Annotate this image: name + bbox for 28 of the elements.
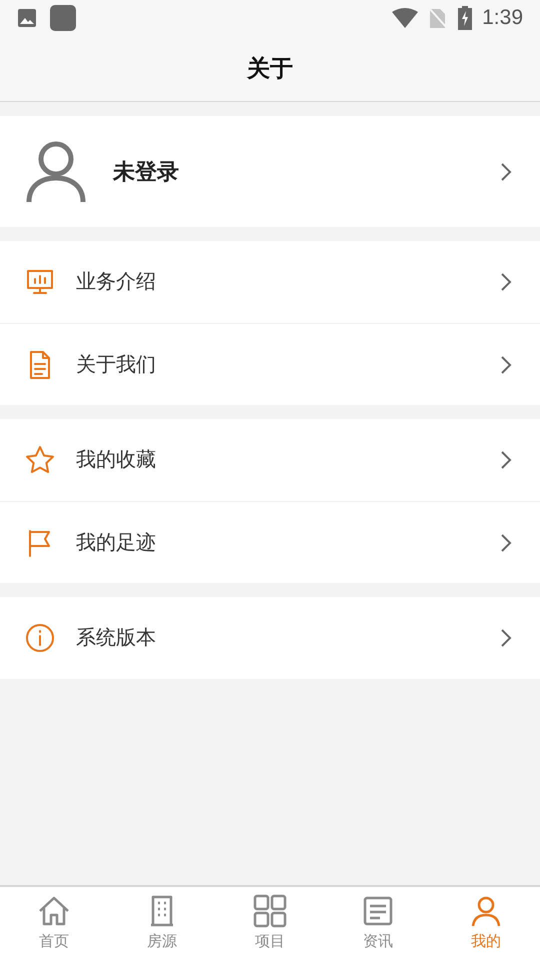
image-icon <box>17 8 37 28</box>
menu-item[interactable]: 我的足迹 <box>0 501 540 583</box>
chevron-icon <box>500 354 512 374</box>
grid-icon <box>252 893 288 930</box>
menu-label: 业务介绍 <box>76 270 157 295</box>
login-status: 未登录 <box>113 158 180 186</box>
chevron-icon <box>500 162 512 182</box>
menu-label: 关于我们 <box>76 352 157 378</box>
avatar-icon <box>26 140 86 204</box>
wifi-icon <box>392 8 418 28</box>
app-icon <box>50 5 76 31</box>
star-icon <box>24 444 56 476</box>
menu-item[interactable]: 系统版本 <box>0 597 540 679</box>
chevron-icon <box>500 628 512 648</box>
clock-time: 1:39 <box>482 5 523 32</box>
menu-label: 我的足迹 <box>76 530 157 556</box>
menu-label: 我的收藏 <box>76 448 157 473</box>
chevron-icon <box>500 532 512 552</box>
profile-row[interactable]: 未登录 <box>0 116 540 227</box>
chevron-icon <box>500 450 512 470</box>
info-icon <box>24 622 56 654</box>
battery-icon <box>458 6 472 30</box>
menu-item[interactable]: 关于我们 <box>0 323 540 405</box>
menu-label: 系统版本 <box>76 626 157 651</box>
menu-item[interactable]: 业务介绍 <box>0 241 540 323</box>
page-title: 关于 <box>247 54 293 84</box>
chevron-icon <box>500 272 512 292</box>
menu-item[interactable]: 我的收藏 <box>0 419 540 501</box>
